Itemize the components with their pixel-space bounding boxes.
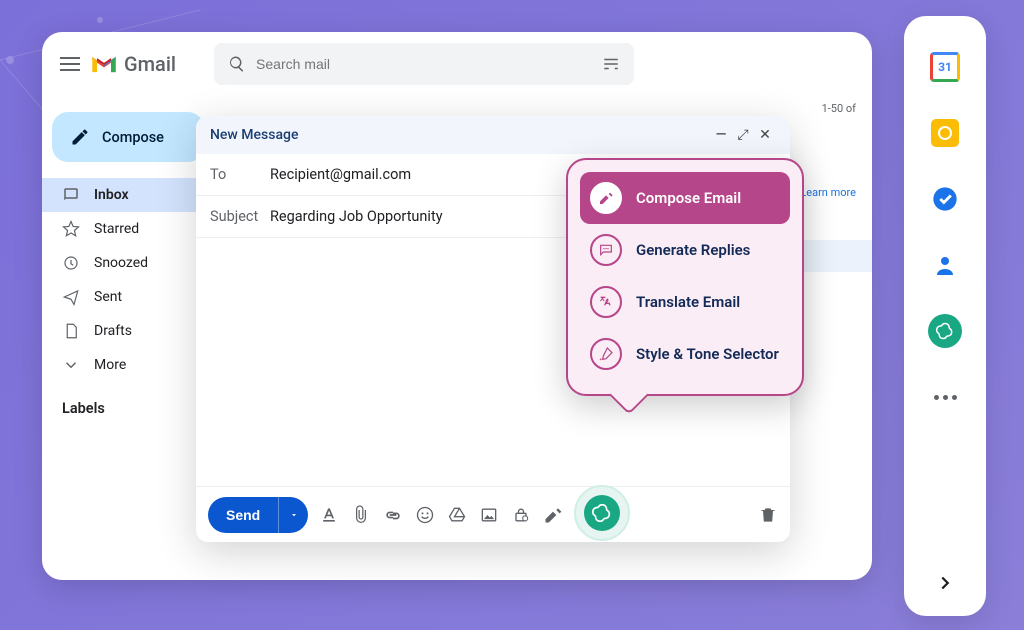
sidebar-item-starred[interactable]: Starred xyxy=(42,212,214,246)
send-options-button[interactable] xyxy=(278,497,308,533)
ai-menu-compose-email[interactable]: Compose Email xyxy=(580,172,790,224)
sidebar-item-inbox[interactable]: Inbox xyxy=(42,178,214,212)
minimize-icon[interactable]: — xyxy=(710,127,732,143)
draft-icon xyxy=(62,322,80,340)
chatgpt-icon xyxy=(584,495,620,531)
confidential-icon[interactable] xyxy=(510,504,532,526)
subject-label: Subject xyxy=(210,208,270,225)
pager-text: 1-50 of xyxy=(822,102,856,115)
ai-menu-style-tone[interactable]: Style & Tone Selector xyxy=(580,328,790,380)
close-icon[interactable]: ✕ xyxy=(754,127,776,143)
sidebar-item-drafts[interactable]: Drafts xyxy=(42,314,214,348)
chat-icon xyxy=(590,234,622,266)
labels-header: Labels xyxy=(42,382,214,417)
gmail-header: Gmail xyxy=(42,32,872,96)
app-title: Gmail xyxy=(124,52,176,76)
keep-app-icon[interactable] xyxy=(928,116,962,150)
pencil-icon xyxy=(70,127,90,147)
search-input[interactable] xyxy=(256,56,592,72)
gmail-icon xyxy=(90,53,118,75)
learn-more-link[interactable]: Learn more xyxy=(800,186,856,199)
search-bar[interactable] xyxy=(214,43,634,85)
to-label: To xyxy=(210,166,270,183)
sidebar-item-snoozed[interactable]: Snoozed xyxy=(42,246,214,280)
sidebar-item-sent[interactable]: Sent xyxy=(42,280,214,314)
more-apps-icon[interactable] xyxy=(928,380,962,414)
image-icon[interactable] xyxy=(478,504,500,526)
subject-value: Regarding Job Opportunity xyxy=(270,208,443,225)
expand-icon[interactable]: ⤢ xyxy=(732,127,754,143)
ai-assistant-button[interactable] xyxy=(574,485,630,541)
compose-title: New Message xyxy=(210,127,710,143)
calendar-app-icon[interactable]: 31 xyxy=(928,50,962,84)
collapse-panel-icon[interactable] xyxy=(928,566,962,600)
sidebar-item-more[interactable]: More xyxy=(42,348,214,382)
inbox-icon xyxy=(62,186,80,204)
menu-icon[interactable] xyxy=(60,53,80,75)
caret-down-icon xyxy=(289,510,299,520)
attach-icon[interactable] xyxy=(350,504,372,526)
chevron-right-icon xyxy=(934,572,956,594)
compose-label: Compose xyxy=(102,129,164,146)
sidebar: Compose Inbox Starred Snoozed Sent Draft… xyxy=(42,96,214,580)
ai-assistant-menu: Compose Email Generate Replies Translate… xyxy=(566,158,804,396)
ai-menu-translate-email[interactable]: Translate Email xyxy=(580,276,790,328)
translate-icon xyxy=(590,286,622,318)
star-icon xyxy=(62,220,80,238)
discard-draft-icon[interactable] xyxy=(758,504,778,526)
compose-icon xyxy=(590,182,622,214)
tasks-app-icon[interactable] xyxy=(928,182,962,216)
format-text-icon[interactable] xyxy=(318,504,340,526)
ai-menu-generate-replies[interactable]: Generate Replies xyxy=(580,224,790,276)
side-panel: 31 xyxy=(904,16,986,616)
link-icon[interactable] xyxy=(382,504,404,526)
sent-icon xyxy=(62,288,80,306)
chatgpt-side-icon[interactable] xyxy=(928,314,962,348)
compose-header: New Message — ⤢ ✕ xyxy=(196,116,790,154)
tune-icon[interactable] xyxy=(602,55,620,73)
gmail-logo[interactable]: Gmail xyxy=(90,52,176,76)
style-icon xyxy=(590,338,622,370)
compose-toolbar: Send xyxy=(196,486,790,542)
search-icon xyxy=(228,55,246,73)
send-button[interactable]: Send xyxy=(208,497,278,533)
drive-icon[interactable] xyxy=(446,504,468,526)
compose-button[interactable]: Compose xyxy=(52,112,204,162)
chevron-down-icon xyxy=(62,356,80,374)
to-value: Recipient@gmail.com xyxy=(270,166,411,183)
emoji-icon[interactable] xyxy=(414,504,436,526)
clock-icon xyxy=(62,254,80,272)
contacts-app-icon[interactable] xyxy=(928,248,962,282)
signature-icon[interactable] xyxy=(542,504,564,526)
